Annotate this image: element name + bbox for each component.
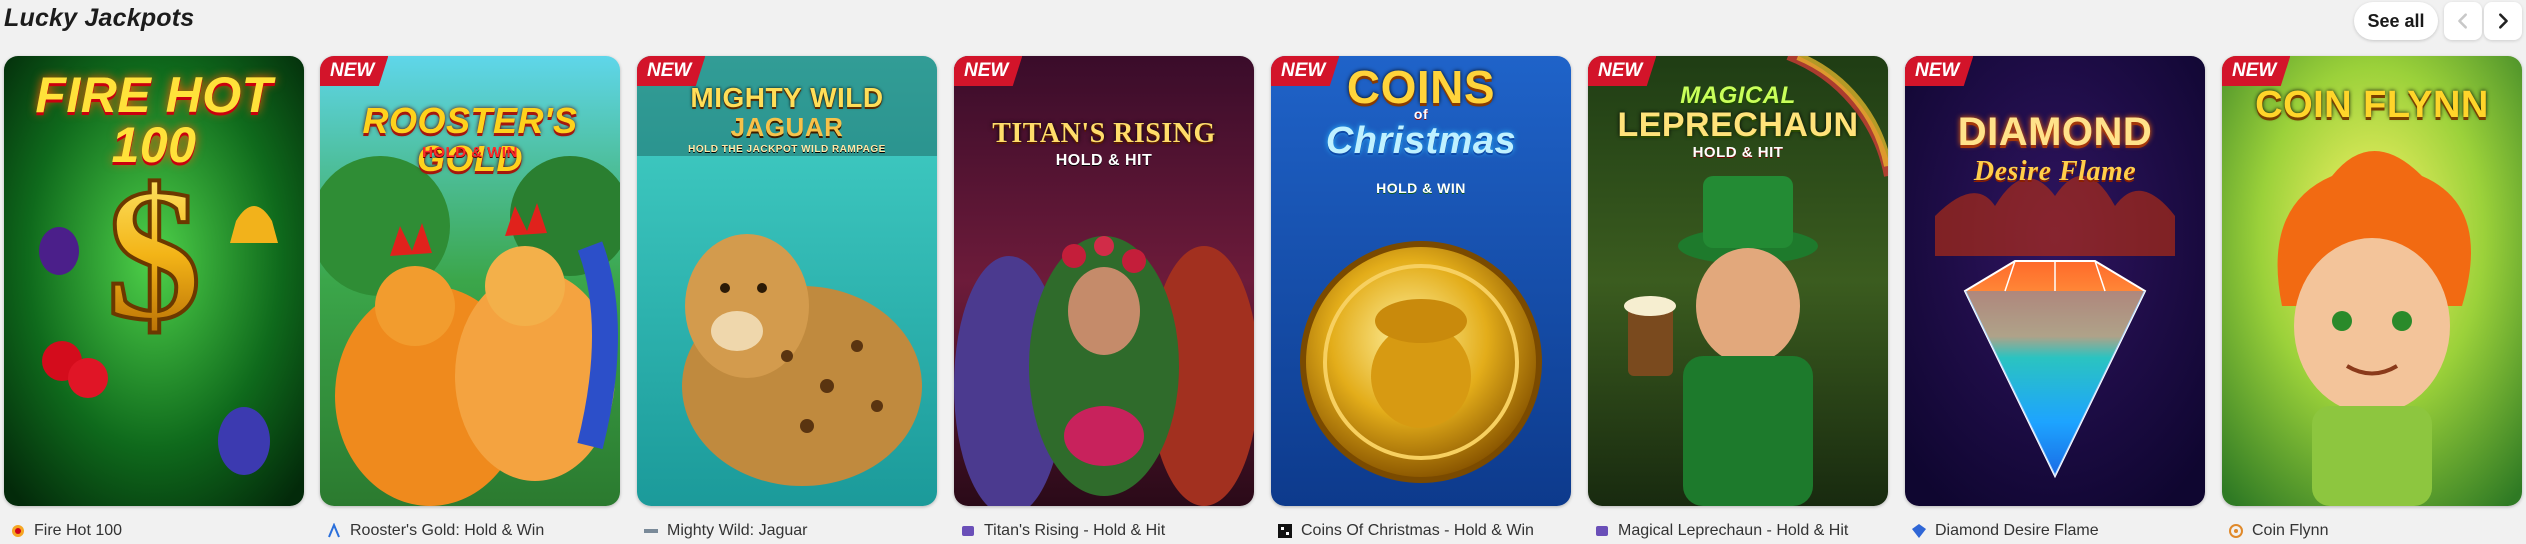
game-tile-roosters-gold: NEW ROOSTER'S GOLD HOLD & WIN Rooster's … (320, 56, 620, 539)
game-logo-sub: HOLD & WIN (422, 144, 518, 161)
game-tile-fire-hot-100: $ FIRE HOT 100 Fire Hot 100 (4, 56, 304, 539)
carousel-next-button[interactable] (2484, 2, 2522, 40)
provider-icon (1278, 524, 1292, 538)
game-caption: Diamond Desire Flame (1911, 520, 2099, 542)
section-title: Lucky Jackpots (4, 4, 195, 32)
game-title[interactable]: Diamond Desire Flame (1935, 522, 2099, 540)
provider-icon (12, 525, 24, 537)
game-logo: DIAMOND (1957, 110, 2153, 154)
game-thumbnail[interactable]: NEW MIGHTY WILD JAGUAR HOLD THE JACKPOT … (637, 56, 937, 506)
provider-icon (962, 526, 974, 536)
game-tile-diamond-desire-flame: NEW DIAMOND Desire Flame Diamond Desire … (1905, 56, 2205, 539)
provider-icon (1596, 526, 1608, 536)
new-badge: NEW (1905, 56, 1974, 86)
game-title[interactable]: Fire Hot 100 (34, 522, 122, 540)
game-logo-sub: HOLD & HIT (1055, 152, 1153, 169)
svg-text:$: $ (107, 150, 202, 360)
provider-icon (328, 523, 340, 538)
game-tile-coin-flynn: NEW COIN FLYNN Coin Flynn (2222, 56, 2522, 539)
game-logo: MIGHTY WILD (690, 82, 884, 113)
carousel-prev-button[interactable] (2444, 2, 2482, 40)
game-logo: COIN FLYNN (2255, 84, 2489, 126)
game-thumbnail[interactable]: NEW COIN FLYNN (2222, 56, 2522, 506)
game-tile-magical-leprechaun: NEW MAGICAL LEPRECHAUN HOLD & HIT Magica… (1588, 56, 1888, 539)
game-caption: Coins Of Christmas - Hold & Win (1277, 520, 1534, 542)
game-title[interactable]: Magical Leprechaun - Hold & Hit (1618, 522, 1848, 540)
game-title[interactable]: Coin Flynn (2252, 522, 2328, 540)
game-logo-badge: HOLD & HIT (1692, 144, 1784, 161)
game-thumbnail[interactable]: NEW DIAMOND Desire Flame (1905, 56, 2205, 506)
game-tile-titans-rising: NEW TITAN'S RISING HOLD & HIT Titan's Ri… (954, 56, 1254, 539)
game-title[interactable]: Coins Of Christmas - Hold & Win (1301, 522, 1534, 540)
section-header: Lucky Jackpots See all (0, 0, 2526, 52)
game-title[interactable]: Mighty Wild: Jaguar (667, 522, 808, 540)
game-caption: Coin Flynn (2228, 520, 2328, 542)
game-logo-tagline: HOLD THE JACKPOT WILD RAMPAGE (688, 144, 886, 155)
game-tile-mighty-wild-jaguar: NEW MIGHTY WILD JAGUAR HOLD THE JACKPOT … (637, 56, 937, 539)
new-badge: NEW (320, 56, 389, 86)
game-caption: Fire Hot 100 (10, 520, 122, 542)
game-thumbnail[interactable]: NEW ROOSTER'S GOLD HOLD & WIN (320, 56, 620, 506)
game-logo-sub: Christmas (1325, 120, 1517, 162)
provider-icon (1912, 524, 1926, 538)
game-thumbnail[interactable]: NEW TITAN'S RISING HOLD & HIT (954, 56, 1254, 506)
game-logo: FIRE HOT 100 (35, 67, 273, 173)
chevron-left-icon (2458, 13, 2467, 29)
game-logo-sub: Desire Flame (1973, 156, 2137, 187)
game-title[interactable]: Rooster's Gold: Hold & Win (350, 522, 544, 540)
new-badge: NEW (2222, 56, 2291, 86)
provider-icon (644, 529, 658, 533)
game-logo-badge: HOLD & WIN (1376, 180, 1466, 196)
see-all-button[interactable]: See all (2354, 2, 2438, 40)
game-thumbnail[interactable]: $ FIRE HOT 100 (4, 56, 304, 506)
game-caption: Rooster's Gold: Hold & Win (326, 520, 544, 542)
chevron-right-icon (2499, 13, 2508, 29)
game-logo: ROOSTER'S GOLD (362, 100, 578, 179)
provider-icon (2229, 524, 2243, 538)
game-title[interactable]: Titan's Rising - Hold & Hit (984, 522, 1165, 540)
game-logo: TITAN'S RISING (992, 118, 1216, 149)
game-thumbnail[interactable]: NEW MAGICAL LEPRECHAUN HOLD & HIT (1588, 56, 1888, 506)
game-caption: Titan's Rising - Hold & Hit (960, 520, 1165, 542)
game-logo-sub: JAGUAR (730, 112, 844, 142)
game-caption: Mighty Wild: Jaguar (643, 520, 808, 542)
game-carousel: $ FIRE HOT 100 Fire Hot 100 NEW ROOSTER'… (0, 56, 2526, 544)
game-caption: Magical Leprechaun - Hold & Hit (1594, 520, 1848, 542)
game-tile-coins-of-christmas: NEW COINS of Christmas HOLD & WIN Coins … (1271, 56, 1571, 539)
new-badge: NEW (954, 56, 1023, 86)
game-thumbnail[interactable]: NEW COINS of Christmas HOLD & WIN (1271, 56, 1571, 506)
game-logo-sub: LEPRECHAUN (1617, 106, 1859, 144)
